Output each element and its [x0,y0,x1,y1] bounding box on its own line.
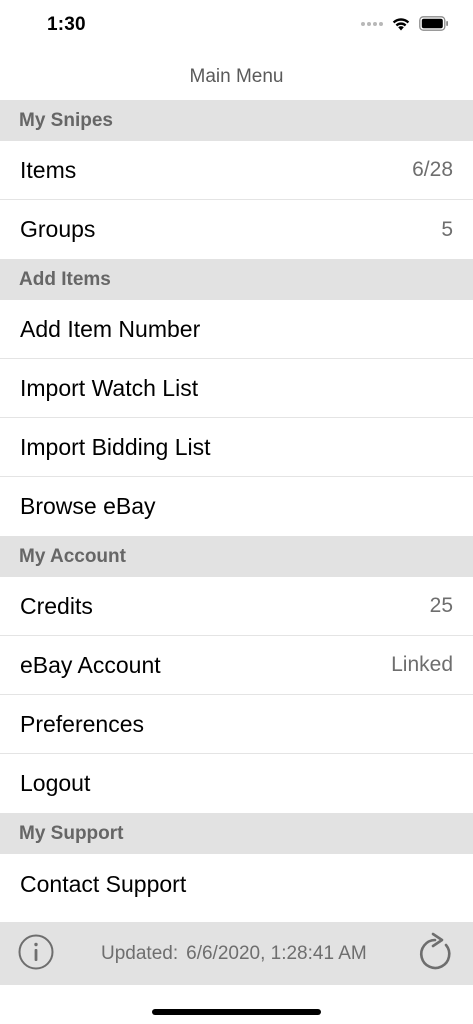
last-updated-text: Updated: 6/6/2020, 1:28:41 AM [101,943,367,965]
menu-row-label: Preferences [20,710,145,737]
menu-row-import-bidding-list[interactable]: Import Bidding List [0,418,473,477]
home-indicator [152,1009,321,1015]
menu-row-label: Contact Support [20,870,187,897]
main-menu-list: My Snipes Items 6/28 Groups 5 Add Items … [0,100,473,914]
menu-row-preferences[interactable]: Preferences [0,695,473,754]
menu-row-import-watch-list[interactable]: Import Watch List [0,359,473,418]
menu-row-credits[interactable]: Credits 25 [0,577,473,636]
menu-row-label: Import Watch List [20,374,199,401]
wifi-icon [392,18,410,31]
battery-icon [419,16,448,31]
menu-row-label: Add Item Number [20,315,201,342]
section-header-add-items: Add Items [0,259,473,300]
bottom-toolbar: Updated: 6/6/2020, 1:28:41 AM [0,922,473,985]
updated-label: Updated: [101,943,179,964]
updated-timestamp: 6/6/2020, 1:28:41 AM [186,943,367,964]
menu-row-label: Items [20,156,77,183]
menu-row-groups[interactable]: Groups 5 [0,200,473,259]
cellular-signal-icon [361,21,383,26]
menu-row-browse-ebay[interactable]: Browse eBay [0,477,473,536]
menu-row-label: Logout [20,770,91,796]
section-header-my-support: My Support [0,813,473,854]
menu-row-ebay-account[interactable]: eBay Account Linked [0,636,473,695]
info-circle-icon[interactable] [18,934,54,970]
menu-row-label: eBay Account [20,651,161,678]
navigation-bar: Main Menu [0,54,473,100]
refresh-icon[interactable] [415,932,455,974]
menu-row-label: Groups [20,216,96,242]
menu-row-add-item-number[interactable]: Add Item Number [0,300,473,359]
menu-row-contact-support[interactable]: Contact Support [0,854,473,914]
menu-row-items[interactable]: Items 6/28 [0,141,473,200]
menu-row-logout[interactable]: Logout [0,754,473,813]
menu-row-value: 6/28 [412,158,453,181]
menu-row-label: Browse eBay [20,493,156,519]
menu-row-value: 25 [429,594,453,617]
section-header-my-account: My Account [0,536,473,577]
menu-row-value: Linked [391,653,453,676]
status-time: 1:30 [47,14,86,35]
page-title: Main Menu [189,66,284,87]
menu-row-label: Import Bidding List [20,433,211,460]
status-icons [361,16,449,31]
menu-row-label: Credits [20,592,93,619]
section-header-my-snipes: My Snipes [0,100,473,141]
menu-row-value: 5 [441,217,453,241]
status-bar: 1:30 [0,0,473,54]
